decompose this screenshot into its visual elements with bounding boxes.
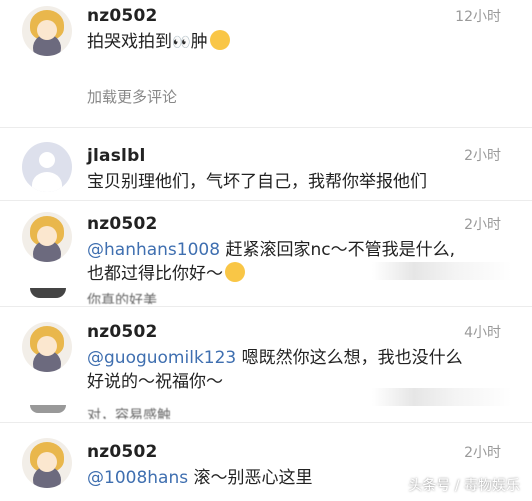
user-avatar[interactable] (22, 438, 72, 488)
username[interactable]: nz0502 (87, 214, 158, 234)
comment-text-part: 滚～别恶心这里 (188, 468, 313, 488)
comment-text-part: 拍哭戏拍到 (87, 32, 172, 52)
mention-link[interactable]: @guoguomilk123 (87, 348, 236, 368)
overlapped-avatar (30, 405, 66, 413)
load-more-comments[interactable]: 加载更多评论 (87, 86, 177, 107)
comment-text-part: 嗯既然你这么想，我也没什么 (236, 348, 463, 368)
comment-text: @guoguomilk123 嗯既然你这么想，我也没什么 好说的～祝福你～ (87, 346, 507, 394)
overlapped-avatar (30, 288, 66, 298)
eyes-emoji-icon: 👀 (172, 33, 191, 51)
sad-face-emoji-icon (209, 30, 230, 50)
timestamp: 2小时 (464, 217, 501, 233)
divider (0, 200, 532, 201)
username[interactable]: nz0502 (87, 322, 158, 342)
divider (0, 127, 532, 128)
watermark: 头条号 / 毒物娱乐 (408, 478, 520, 494)
blurred-region (372, 388, 512, 406)
username[interactable]: jlaslbl (87, 146, 145, 166)
smile-emoji-icon (225, 262, 245, 282)
timestamp: 2小时 (464, 445, 501, 461)
blurred-region (372, 262, 512, 280)
mention-link[interactable]: @1008hans (87, 468, 188, 488)
user-avatar[interactable] (22, 322, 72, 372)
username[interactable]: nz0502 (87, 6, 158, 26)
overlapped-comment-text: 对，容易感触 (87, 408, 171, 419)
comment-text-part: 赶紧滚回家nc～不管我是什么, (220, 240, 455, 260)
timestamp: 12小时 (455, 9, 501, 25)
divider (0, 306, 532, 307)
user-avatar[interactable] (22, 6, 72, 56)
timestamp: 4小时 (464, 325, 501, 341)
divider (0, 422, 532, 423)
comment-text-part: 好说的～祝福你～ (87, 372, 223, 392)
comment-text-part: 也都过得比你好～ (87, 264, 223, 284)
comment-text-part: 肿 (190, 32, 208, 52)
overlapped-comment-text: 你真的好美 (87, 293, 157, 304)
username[interactable]: nz0502 (87, 442, 158, 462)
timestamp: 2小时 (464, 148, 501, 164)
user-avatar[interactable] (22, 142, 72, 192)
comment-text: 宝贝别理他们，气坏了自己，我帮你举报他们 (87, 172, 427, 192)
comment-text: 拍哭戏拍到👀肿 (87, 30, 507, 54)
mention-link[interactable]: @hanhans1008 (87, 240, 220, 260)
user-avatar[interactable] (22, 212, 72, 262)
